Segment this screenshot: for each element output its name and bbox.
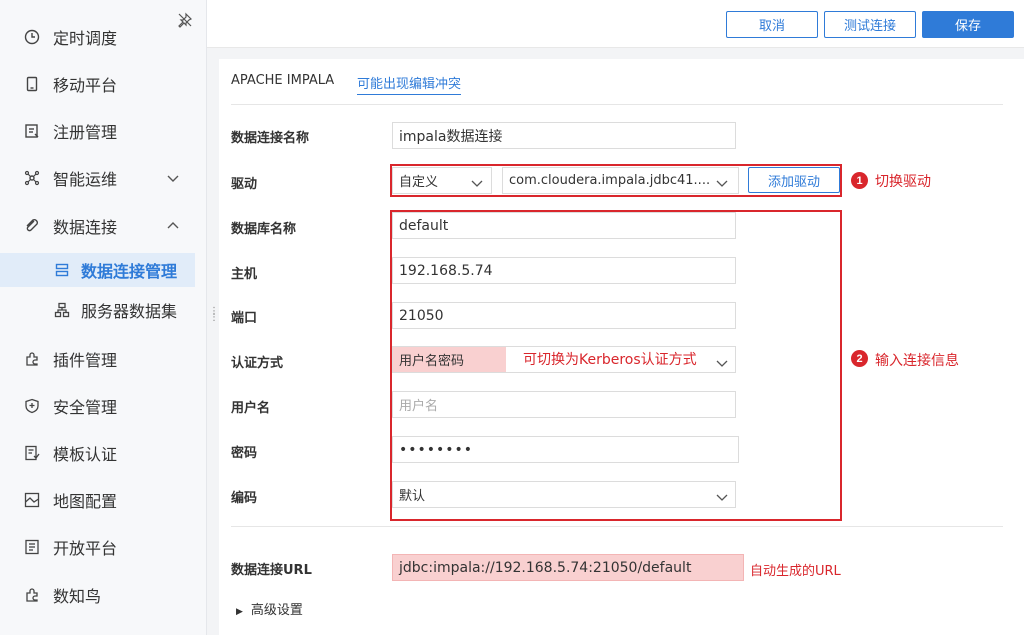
sidebar-item-ops[interactable]: 智能运维: [0, 158, 206, 198]
host-input[interactable]: 192.168.5.74: [392, 257, 736, 284]
map-icon: [23, 491, 41, 509]
step-1-text: 切换驱动: [875, 174, 931, 190]
driver-annotation-box: [390, 164, 842, 197]
sidebar-item-label: 安全管理: [53, 398, 118, 417]
edit-conflict-link[interactable]: 可能出现编辑冲突: [357, 73, 462, 95]
connection-name-input[interactable]: impala数据连接: [392, 122, 736, 149]
sidebar-item-template-cert[interactable]: 模板认证: [0, 433, 206, 473]
database-type-label: APACHE IMPALA: [231, 73, 335, 88]
sidebar-item-label: 移动平台: [53, 76, 118, 95]
sidebar-subitem-server-dataset[interactable]: 服务器数据集: [0, 293, 195, 327]
port-label: 端口: [231, 311, 258, 326]
mobile-icon: [23, 75, 41, 93]
server-dataset-icon: [53, 301, 71, 319]
sidebar-item-mobile[interactable]: 移动平台: [0, 64, 206, 104]
sidebar-item-label: 数知鸟: [53, 587, 102, 606]
open-platform-icon: [23, 538, 41, 556]
encoding-select[interactable]: 默认: [392, 481, 736, 508]
sidebar-item-label: 注册管理: [53, 123, 118, 142]
driver-label: 驱动: [231, 177, 258, 192]
cancel-button[interactable]: 取消: [726, 11, 818, 38]
link-icon: [23, 217, 41, 235]
divider: [231, 526, 1003, 527]
sidebar-item-label: 地图配置: [53, 492, 118, 511]
chevron-down-icon: [716, 491, 728, 501]
advanced-settings-label: 高级设置: [250, 603, 303, 618]
template-icon: [23, 444, 41, 462]
chevron-down-icon: [716, 356, 728, 367]
sidebar-item-plugin[interactable]: 插件管理: [0, 339, 206, 379]
password-label: 密码: [231, 446, 258, 461]
clock-icon: [23, 28, 41, 46]
sidebar-item-map-config[interactable]: 地图配置: [0, 480, 206, 520]
database-name-input[interactable]: default: [392, 212, 736, 239]
chevron-down-icon: [166, 171, 180, 185]
sidebar-item-label: 模板认证: [53, 445, 118, 464]
test-connection-button[interactable]: 测试连接: [824, 11, 916, 38]
sidebar-item-label: 数据连接: [53, 218, 118, 237]
advanced-settings-toggle[interactable]: ▶ 高级设置: [236, 599, 303, 618]
sidebar: 定时调度 移动平台 注册管理 智能运维 数据连接 数据连接管理 服务器数据集 插…: [0, 0, 207, 635]
sidebar-item-open-platform[interactable]: 开放平台: [0, 527, 206, 567]
save-button[interactable]: 保存: [922, 11, 1014, 38]
sidebar-subitem-label: 服务器数据集: [81, 302, 178, 321]
bird-icon: [23, 586, 41, 604]
auth-method-value: 用户名密码: [393, 347, 506, 372]
username-input[interactable]: 用户名: [392, 391, 736, 418]
sidebar-item-data-connection[interactable]: 数据连接: [0, 206, 206, 246]
password-input[interactable]: ••••••••: [392, 436, 739, 463]
port-input[interactable]: 21050: [392, 302, 736, 329]
shield-icon: [23, 397, 41, 415]
url-hint-text: 自动生成的URL: [750, 564, 841, 579]
caret-right-icon: ▶: [236, 607, 243, 617]
database-name-label: 数据库名称: [231, 222, 297, 237]
sidebar-item-schedule[interactable]: 定时调度: [0, 17, 206, 57]
ops-icon: [23, 169, 41, 187]
sidebar-item-label: 定时调度: [53, 29, 118, 48]
auth-hint-text: 可切换为Kerberos认证方式: [523, 352, 697, 368]
resize-handle[interactable]: ⋮ ⋮: [209, 307, 219, 327]
step-1-badge: 1: [851, 172, 868, 189]
sidebar-item-register[interactable]: 注册管理: [0, 111, 206, 151]
register-icon: [23, 122, 41, 140]
sidebar-item-shuzhiniao[interactable]: 数知鸟: [0, 575, 206, 615]
step-2-badge: 2: [851, 350, 868, 367]
connection-url-field: jdbc:impala://192.168.5.74:21050/default: [392, 554, 744, 581]
divider: [231, 104, 1003, 105]
database-icon: [53, 261, 71, 279]
sidebar-item-label: 插件管理: [53, 351, 118, 370]
auth-method-label: 认证方式: [231, 356, 284, 371]
sidebar-item-security[interactable]: 安全管理: [0, 386, 206, 426]
chevron-up-icon: [166, 219, 180, 233]
encoding-label: 编码: [231, 491, 258, 506]
connection-url-label: 数据连接URL: [231, 563, 312, 578]
encoding-value: 默认: [399, 489, 426, 504]
connection-name-label: 数据连接名称: [231, 131, 310, 146]
sidebar-subitem-label: 数据连接管理: [81, 262, 178, 281]
sidebar-item-label: 开放平台: [53, 539, 118, 558]
username-label: 用户名: [231, 401, 271, 416]
host-label: 主机: [231, 267, 258, 282]
sidebar-subitem-data-connection-manage[interactable]: 数据连接管理: [0, 253, 195, 287]
plugin-icon: [23, 350, 41, 368]
sidebar-item-label: 智能运维: [53, 170, 118, 189]
step-2-text: 输入连接信息: [875, 353, 959, 369]
